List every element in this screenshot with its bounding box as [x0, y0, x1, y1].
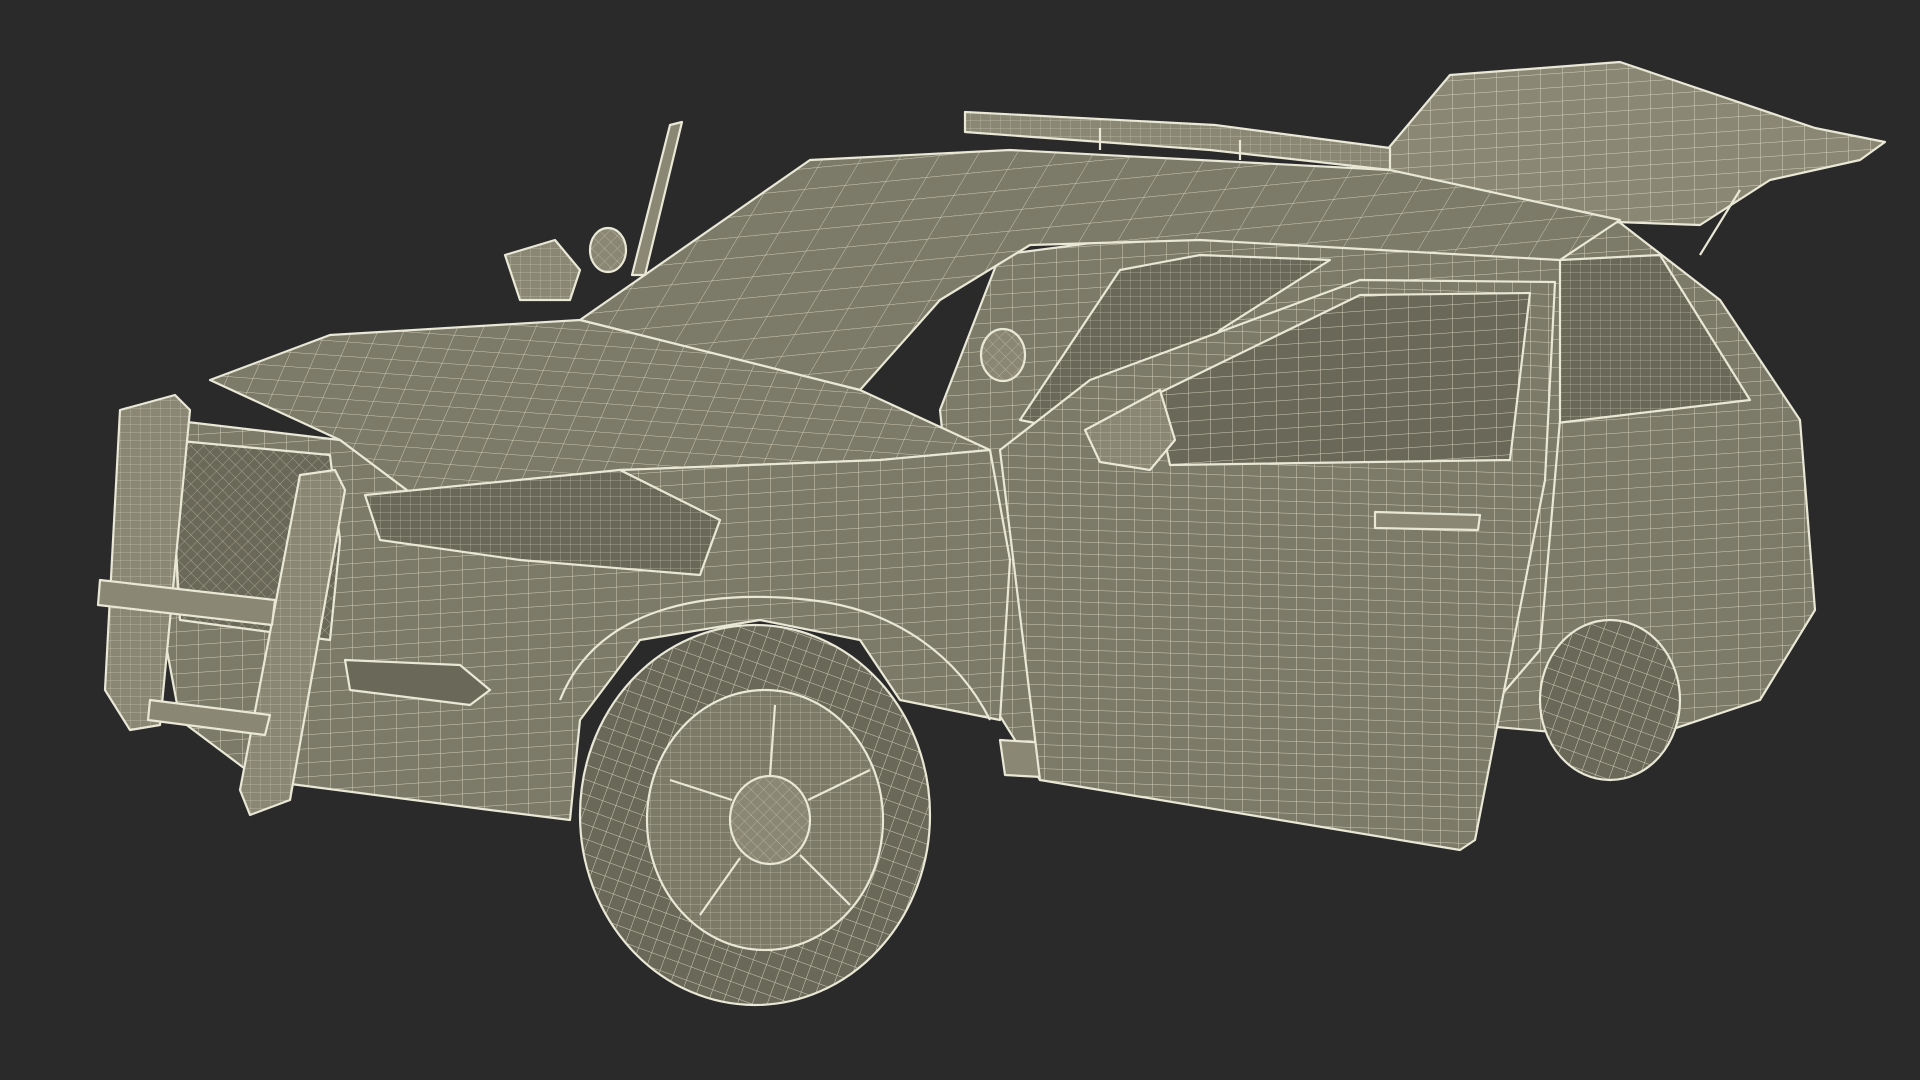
wireframe-render	[96, 60, 1887, 1007]
antenna	[630, 120, 684, 277]
spotlight-a-pillar	[588, 226, 628, 274]
spotlight-door	[979, 327, 1027, 383]
render-viewport	[0, 0, 1920, 1080]
rear-wheel	[1538, 618, 1682, 782]
